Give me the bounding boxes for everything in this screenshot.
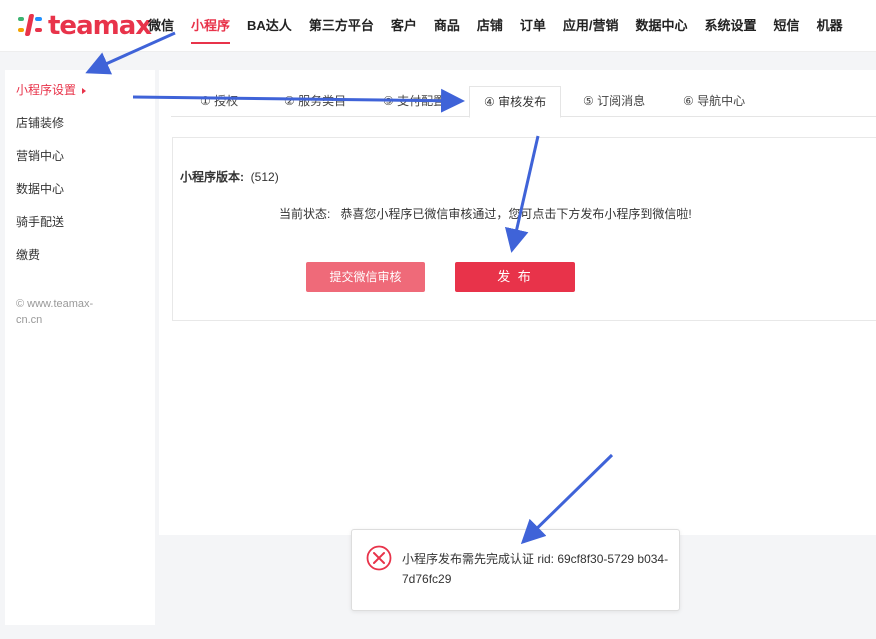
nav-item-wechat[interactable]: 微信 [148,0,174,52]
status-text: 恭喜您小程序已微信审核通过，您可点击下方发布小程序到微信啦! [340,207,692,221]
error-toast: 小程序发布需先完成认证 rid: 69cf8f30-5729 b034-7d76… [351,529,680,611]
version-label: 小程序版本: [180,170,244,184]
nav-item-customers[interactable]: 客户 [391,0,417,52]
version-info: 小程序版本: (512) [180,168,279,185]
sidebar-item-miniprogram-settings[interactable]: 小程序设置 [16,81,87,98]
nav-item-orders[interactable]: 订单 [520,0,546,52]
status-info: 当前状态: 恭喜您小程序已微信审核通过，您可点击下方发布小程序到微信啦! [279,205,692,222]
sidebar-item-label: 小程序设置 [16,83,77,97]
nav-item-apps-marketing[interactable]: 应用/营销 [563,0,619,52]
error-circle-icon [366,545,392,571]
brand-logo[interactable]: teamax [18,11,152,41]
sidebar-item-rider-delivery[interactable]: 骑手配送 [16,213,64,230]
tab-payment-config[interactable]: ③ 支付配置 [383,86,445,117]
nav-item-third-party[interactable]: 第三方平台 [309,0,374,52]
nav-item-ba[interactable]: BA达人 [247,0,292,52]
logo-mark-icon [18,14,44,38]
nav-item-data-center[interactable]: 数据中心 [636,0,688,52]
toast-message: 小程序发布需先完成认证 rid: 69cf8f30-5729 b034-7d76… [402,552,669,586]
top-header: teamax 微信 小程序 BA达人 第三方平台 客户 商品 店铺 订单 应用/… [0,0,876,52]
tab-authorize[interactable]: ① 授权 [200,86,238,117]
nav-item-sms[interactable]: 短信 [774,0,800,52]
nav-item-products[interactable]: 商品 [434,0,460,52]
tab-service-category[interactable]: ② 服务类目 [284,86,346,117]
sidebar-item-marketing-center[interactable]: 营销中心 [16,147,64,164]
tab-subscription-messages[interactable]: ⑤ 订阅消息 [583,86,645,117]
main-panel: ① 授权 ② 服务类目 ③ 支付配置 ④ 审核发布 ⑤ 订阅消息 ⑥ 导航中心 … [159,70,876,535]
version-value: (512) [250,170,279,184]
sidebar-item-billing[interactable]: 缴费 [16,246,40,263]
sidebar-item-data-center[interactable]: 数据中心 [16,180,64,197]
nav-item-system-settings[interactable]: 系统设置 [705,0,757,52]
submit-review-button[interactable]: 提交微信审核 [306,262,425,292]
caret-right-icon [82,87,87,94]
main-nav: 微信 小程序 BA达人 第三方平台 客户 商品 店铺 订单 应用/营销 数据中心… [148,0,860,52]
step-tabs: ① 授权 ② 服务类目 ③ 支付配置 ④ 审核发布 ⑤ 订阅消息 ⑥ 导航中心 [171,86,876,118]
publish-button[interactable]: 发 布 [455,262,575,292]
release-card: 小程序版本: (512) 当前状态: 恭喜您小程序已微信审核通过，您可点击下方发… [172,137,876,321]
logo-text: teamax [48,11,152,41]
sidebar: 小程序设置 店铺装修 营销中心 数据中心 骑手配送 缴费 © www.teama… [5,70,155,625]
copyright-text: © www.teamax-cn.cn [16,298,94,326]
nav-item-stores[interactable]: 店铺 [477,0,503,52]
tab-review-publish[interactable]: ④ 审核发布 [469,86,562,118]
status-label: 当前状态: [279,207,331,221]
nav-item-robot[interactable]: 机器 [817,0,843,52]
nav-item-miniprogram[interactable]: 小程序 [191,0,231,52]
tab-navigation-center[interactable]: ⑥ 导航中心 [683,86,745,117]
sidebar-item-store-decoration[interactable]: 店铺装修 [16,114,64,131]
